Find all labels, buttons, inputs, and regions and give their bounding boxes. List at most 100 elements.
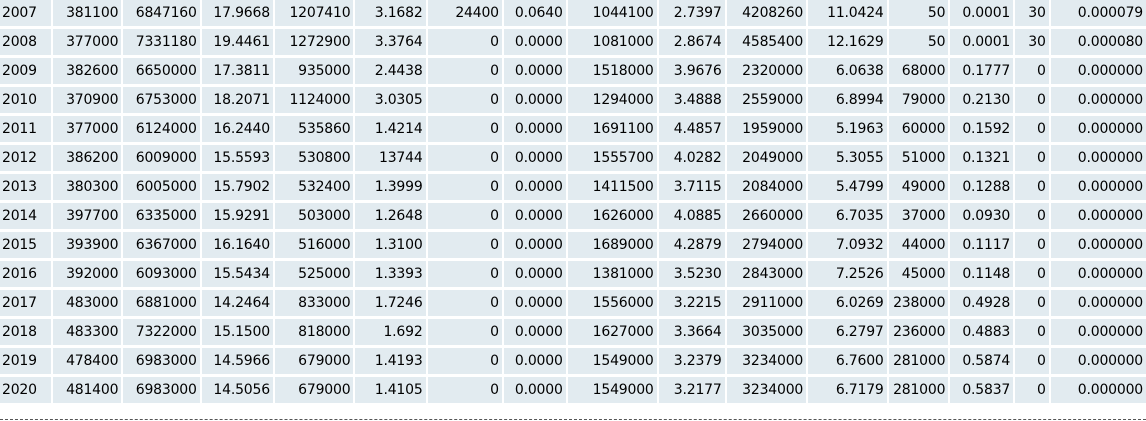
value-cell: 0 xyxy=(1014,56,1051,87)
value-cell: 15.9291 xyxy=(200,201,275,232)
value-cell: 679000 xyxy=(273,375,356,406)
value-cell: 0.0000 xyxy=(502,85,568,116)
value-cell: 11.0424 xyxy=(807,0,889,29)
value-cell: 386200 xyxy=(52,143,124,174)
value-cell: 6093000 xyxy=(122,259,202,290)
year-cell: 2011 xyxy=(0,114,54,145)
value-cell: 37000 xyxy=(887,201,951,232)
value-cell: 6.2797 xyxy=(807,317,889,348)
year-cell: 2007 xyxy=(0,0,54,29)
value-cell: 0 xyxy=(426,375,504,406)
value-cell: 4585400 xyxy=(725,27,809,58)
value-cell: 0 xyxy=(1014,288,1051,319)
value-cell: 380300 xyxy=(52,172,124,203)
value-cell: 2660000 xyxy=(725,201,809,232)
value-cell: 481400 xyxy=(52,375,124,406)
value-cell: 3.0305 xyxy=(354,85,428,116)
bottom-divider xyxy=(0,419,1146,420)
value-cell: 1549000 xyxy=(566,346,659,377)
value-cell: 0 xyxy=(426,317,504,348)
value-cell: 3.2177 xyxy=(657,375,727,406)
value-cell: 19.4461 xyxy=(200,27,275,58)
value-cell: 532400 xyxy=(273,172,356,203)
value-cell: 1272900 xyxy=(273,27,356,58)
value-cell: 51000 xyxy=(887,143,951,174)
value-cell: 3.2379 xyxy=(657,346,727,377)
value-cell: 0.1777 xyxy=(949,56,1016,87)
value-cell: 1411500 xyxy=(566,172,659,203)
value-cell: 0.0000 xyxy=(502,346,568,377)
value-cell: 1044100 xyxy=(566,0,659,29)
value-cell: 0.1288 xyxy=(949,172,1016,203)
value-cell: 525000 xyxy=(273,259,356,290)
value-cell: 0.0000 xyxy=(502,56,568,87)
value-cell: 6983000 xyxy=(122,346,202,377)
year-cell: 2018 xyxy=(0,317,54,348)
value-cell: 0 xyxy=(1014,85,1051,116)
year-cell: 2017 xyxy=(0,288,54,319)
value-cell: 45000 xyxy=(887,259,951,290)
value-cell: 0 xyxy=(1014,317,1051,348)
value-cell: 3.9676 xyxy=(657,56,727,87)
table-body: 2007 381100 6847160 17.9668 1207410 3.1682 244… xyxy=(0,0,1146,406)
value-cell: 281000 xyxy=(887,375,951,406)
value-cell: 503000 xyxy=(273,201,356,232)
value-cell: 0.000000 xyxy=(1049,172,1146,203)
table-row: 2017 483000 6881000 14.2464 833000 1.7246 0 0.0… xyxy=(0,288,1146,319)
value-cell: 7.2526 xyxy=(807,259,889,290)
value-cell: 3.4888 xyxy=(657,85,727,116)
value-cell: 3.5230 xyxy=(657,259,727,290)
value-cell: 13744 xyxy=(354,143,428,174)
value-cell: 3.3764 xyxy=(354,27,428,58)
value-cell: 7.0932 xyxy=(807,230,889,261)
value-cell: 2911000 xyxy=(725,288,809,319)
table-row: 2015 393900 6367000 16.1640 516000 1.3100 0 0.0… xyxy=(0,230,1146,261)
value-cell: 4.0885 xyxy=(657,201,727,232)
value-cell: 0 xyxy=(426,85,504,116)
value-cell: 0.1321 xyxy=(949,143,1016,174)
value-cell: 2794000 xyxy=(725,230,809,261)
value-cell: 0.000000 xyxy=(1049,346,1146,377)
value-cell: 236000 xyxy=(887,317,951,348)
value-cell: 1.3999 xyxy=(354,172,428,203)
table-row: 2020 481400 6983000 14.5056 679000 1.4105 0 0.0… xyxy=(0,375,1146,406)
value-cell: 6367000 xyxy=(122,230,202,261)
value-cell: 0.000000 xyxy=(1049,85,1146,116)
value-cell: 0.4928 xyxy=(949,288,1016,319)
value-cell: 0.0000 xyxy=(502,201,568,232)
value-cell: 6847160 xyxy=(122,0,202,29)
value-cell: 1627000 xyxy=(566,317,659,348)
value-cell: 0.5874 xyxy=(949,346,1016,377)
value-cell: 1081000 xyxy=(566,27,659,58)
value-cell: 0.4883 xyxy=(949,317,1016,348)
value-cell: 0.0000 xyxy=(502,230,568,261)
value-cell: 5.1963 xyxy=(807,114,889,145)
value-cell: 68000 xyxy=(887,56,951,87)
value-cell: 24400 xyxy=(426,0,504,29)
value-cell: 535860 xyxy=(273,114,356,145)
value-cell: 0.2130 xyxy=(949,85,1016,116)
value-cell: 0 xyxy=(426,201,504,232)
table-row: 2011 377000 6124000 16.2440 535860 1.4214 0 0.0… xyxy=(0,114,1146,145)
value-cell: 1.7246 xyxy=(354,288,428,319)
value-cell: 30 xyxy=(1014,27,1051,58)
value-cell: 6009000 xyxy=(122,143,202,174)
value-cell: 370900 xyxy=(52,85,124,116)
year-cell: 2016 xyxy=(0,259,54,290)
value-cell: 50 xyxy=(887,0,951,29)
value-cell: 0.1592 xyxy=(949,114,1016,145)
value-cell: 3.7115 xyxy=(657,172,727,203)
value-cell: 238000 xyxy=(887,288,951,319)
value-cell: 0.0001 xyxy=(949,27,1016,58)
value-cell: 6124000 xyxy=(122,114,202,145)
value-cell: 0 xyxy=(426,114,504,145)
value-cell: 3234000 xyxy=(725,375,809,406)
value-cell: 1294000 xyxy=(566,85,659,116)
value-cell: 14.5966 xyxy=(200,346,275,377)
value-cell: 0.0001 xyxy=(949,0,1016,29)
value-cell: 0.0930 xyxy=(949,201,1016,232)
value-cell: 935000 xyxy=(273,56,356,87)
value-cell: 18.2071 xyxy=(200,85,275,116)
value-cell: 2084000 xyxy=(725,172,809,203)
value-cell: 0 xyxy=(426,230,504,261)
